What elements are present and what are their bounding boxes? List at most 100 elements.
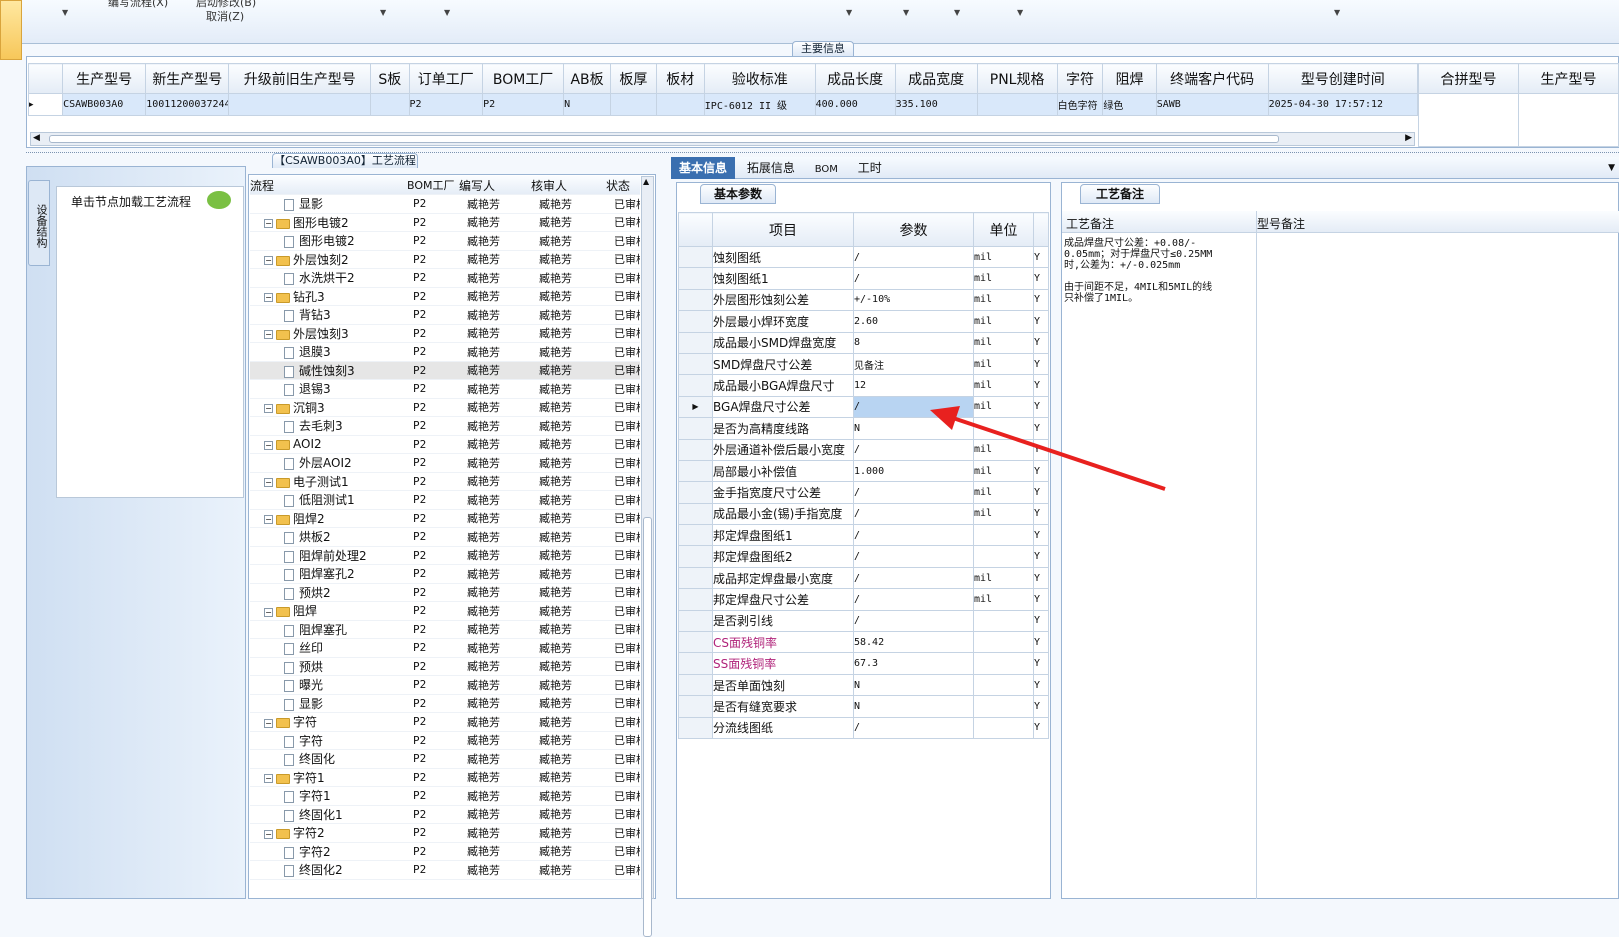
table-row[interactable]: −沉铜3P2臧艳芳臧艳芳已审核 <box>250 398 640 417</box>
flow-col-header[interactable]: 编写人 <box>459 176 531 195</box>
param-value[interactable]: / <box>853 267 974 290</box>
collapse-icon[interactable]: − <box>264 256 273 266</box>
row-indicator[interactable] <box>678 310 713 333</box>
flow-node[interactable]: − 图形电镀2 <box>250 213 407 232</box>
row-indicator[interactable] <box>678 695 713 718</box>
collapse-icon[interactable]: − <box>264 293 273 303</box>
param-value[interactable]: / <box>853 566 974 590</box>
table-row[interactable]: 阻焊塞孔P2臧艳芳臧艳芳已审核 <box>250 620 640 639</box>
tab-basic-info[interactable]: 基本信息 <box>671 157 736 179</box>
flow-node[interactable]: − 电子测试1 <box>250 472 407 491</box>
table-row[interactable]: 字符P2臧艳芳臧艳芳已审核 <box>250 731 640 750</box>
main-cell[interactable]: P2 <box>482 93 565 116</box>
row-indicator[interactable] <box>678 588 713 611</box>
table-row[interactable]: 低阻测试1P2臧艳芳臧艳芳已审核 <box>250 490 640 510</box>
table-row[interactable]: 退锡3P2臧艳芳臧艳芳已审核 <box>250 379 640 399</box>
main-cell[interactable] <box>228 93 372 116</box>
flow-node[interactable]: 终固化1 <box>250 805 407 824</box>
flow-node[interactable]: 阻焊前处理2 <box>250 546 407 565</box>
main-col-header[interactable]: 板材 <box>655 63 705 94</box>
main-col-header[interactable]: 成品长度 <box>814 63 896 94</box>
flow-node[interactable]: − 沉铜3 <box>250 398 407 417</box>
scroll-left-icon[interactable]: ◀ <box>33 133 40 143</box>
row-indicator[interactable] <box>678 267 713 290</box>
table-row[interactable]: 退膜3P2臧艳芳臧艳芳已审核 <box>250 342 640 362</box>
flow-node[interactable]: − 阻焊 <box>250 601 407 621</box>
table-row[interactable]: 终固化P2臧艳芳臧艳芳已审核 <box>250 749 640 769</box>
table-row[interactable]: SMD焊盘尺寸公差 见备注 mil Y <box>678 352 1049 376</box>
tab-process-notes[interactable]: 工艺备注 <box>1080 184 1160 204</box>
main-cell[interactable]: 335.100 <box>894 93 978 116</box>
quick-access-button[interactable] <box>0 0 22 60</box>
vertical-scrollbar[interactable]: ▲ <box>641 176 654 937</box>
table-row[interactable]: 终固化1P2臧艳芳臧艳芳已审核 <box>250 805 640 824</box>
main-cell[interactable] <box>609 93 657 116</box>
table-row[interactable]: 阻焊前处理2P2臧艳芳臧艳芳已审核 <box>250 546 640 565</box>
row-indicator[interactable] <box>678 352 713 376</box>
param-value[interactable]: N <box>853 695 974 718</box>
row-indicator[interactable] <box>678 545 713 568</box>
main-col-header[interactable]: 验收标准 <box>703 63 816 94</box>
chevron-down-icon[interactable]: ▼ <box>954 8 960 17</box>
flow-node[interactable]: − 外层蚀刻2 <box>250 250 407 269</box>
row-indicator[interactable] <box>678 566 713 590</box>
collapse-icon[interactable]: − <box>264 219 273 229</box>
chat-bubble-icon[interactable] <box>207 191 231 209</box>
table-row[interactable]: 是否有缝宽要求 N Y <box>678 695 1049 718</box>
table-row[interactable]: 背钻3P2臧艳芳臧艳芳已审核 <box>250 305 640 325</box>
scrollbar-thumb[interactable] <box>643 517 652 937</box>
collapse-icon[interactable]: − <box>264 404 273 414</box>
collapse-icon[interactable]: − <box>264 718 273 728</box>
table-row[interactable]: 图形电镀2P2臧艳芳臧艳芳已审核 <box>250 231 640 251</box>
table-row[interactable]: 蚀刻图纸 / mil Y <box>678 245 1049 269</box>
row-indicator[interactable] <box>678 609 713 633</box>
main-col-header[interactable]: 字符 <box>1056 63 1104 94</box>
main-col-header[interactable]: AB板 <box>563 63 611 94</box>
main-col-header[interactable]: 升级前旧生产型号 <box>228 63 372 94</box>
process-notes-text[interactable]: 成品焊盘尺寸公差：+0.08/- 0.05mm；对于焊盘尺寸≤0.25MM 时,公差… <box>1064 238 1254 304</box>
collapse-icon[interactable]: − <box>264 330 273 340</box>
param-value[interactable]: 2.60 <box>853 310 974 333</box>
table-row[interactable]: CS面残铜率 58.42 Y <box>678 631 1049 654</box>
row-indicator[interactable] <box>678 459 713 483</box>
main-cell[interactable]: CSAWB003A0 <box>62 93 147 116</box>
table-row[interactable]: 丝印P2臧艳芳臧艳芳已审核 <box>250 638 640 658</box>
table-row[interactable]: −字符2P2臧艳芳臧艳芳已审核 <box>250 823 640 843</box>
flow-node[interactable]: 丝印 <box>250 638 407 658</box>
main-cell[interactable]: 绿色 <box>1102 93 1157 116</box>
flow-node[interactable]: 预烘 <box>250 657 407 676</box>
collapse-icon[interactable]: − <box>264 478 273 488</box>
table-row[interactable]: 邦定焊盘尺寸公差 / mil Y <box>678 588 1049 611</box>
table-row[interactable]: 成品邦定焊盘最小宽度 / mil Y <box>678 566 1049 590</box>
main-cell[interactable]: 10011200037244 <box>145 93 230 116</box>
row-indicator[interactable] <box>678 331 713 354</box>
flow-node[interactable]: 去毛刺3 <box>250 416 407 436</box>
main-col-header[interactable]: PNL规格 <box>976 63 1058 94</box>
param-value[interactable]: / <box>853 545 974 568</box>
chevron-down-icon[interactable]: ▼ <box>1334 8 1340 17</box>
scroll-up-icon[interactable]: ▲ <box>643 177 649 186</box>
flow-node[interactable]: 显影 <box>250 694 407 713</box>
main-col-header[interactable]: 板厚 <box>609 63 657 94</box>
flow-col-header[interactable]: 核审人 <box>531 176 606 195</box>
flow-node[interactable]: 显影 <box>250 194 407 214</box>
chevron-down-icon[interactable]: ▼ <box>444 8 450 17</box>
main-col-header[interactable]: 新生产型号 <box>145 63 230 94</box>
flow-node[interactable]: − 字符2 <box>250 823 407 843</box>
row-indicator[interactable]: ▸ <box>27 93 64 116</box>
main-col-header[interactable]: 型号创建时间 <box>1267 63 1419 94</box>
flow-node[interactable]: 低阻测试1 <box>250 490 407 510</box>
merge-col-header[interactable]: 合拼型号 <box>1418 63 1519 94</box>
row-indicator[interactable] <box>678 631 713 654</box>
flow-node[interactable]: 字符 <box>250 731 407 750</box>
row-indicator[interactable] <box>678 502 713 526</box>
table-row[interactable]: −图形电镀2P2臧艳芳臧艳芳已审核 <box>250 213 640 232</box>
flow-node[interactable]: 外层AOI2 <box>250 453 407 473</box>
main-cell[interactable]: N <box>563 93 611 116</box>
flow-node[interactable]: 退锡3 <box>250 379 407 399</box>
param-value[interactable]: N <box>853 673 974 697</box>
table-row[interactable]: 字符1P2臧艳芳臧艳芳已审核 <box>250 786 640 806</box>
row-indicator[interactable] <box>678 524 713 547</box>
row-indicator[interactable] <box>678 417 713 440</box>
main-cell[interactable] <box>976 93 1058 116</box>
